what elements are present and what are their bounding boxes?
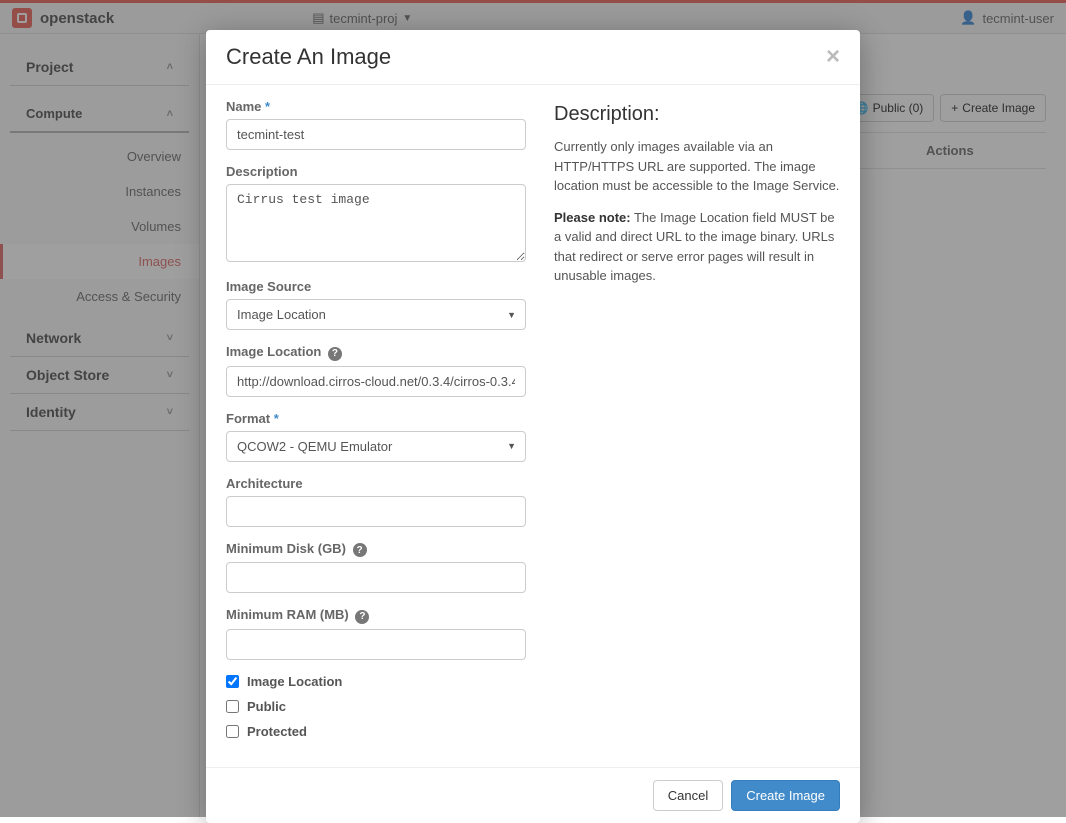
format-group: Format * <box>226 411 526 462</box>
help-paragraph-2: Please note: The Image Location field MU… <box>554 208 840 286</box>
description-label: Description <box>226 164 526 179</box>
name-label-text: Name <box>226 99 261 114</box>
source-select[interactable] <box>226 299 526 330</box>
architecture-label: Architecture <box>226 476 526 491</box>
modal-title: Create An Image <box>226 44 391 70</box>
submit-button[interactable]: Create Image <box>731 780 840 811</box>
help-icon[interactable]: ? <box>328 347 342 361</box>
public-checkbox[interactable] <box>226 700 239 713</box>
protected-check-row: Protected <box>226 724 526 739</box>
modal-footer: Cancel Create Image <box>206 767 860 823</box>
required-icon: * <box>274 411 279 426</box>
image-location-check-label: Image Location <box>247 674 342 689</box>
description-column: Description: Currently only images avail… <box>554 99 840 749</box>
cancel-button[interactable]: Cancel <box>653 780 723 811</box>
format-label: Format * <box>226 411 526 426</box>
name-group: Name * <box>226 99 526 150</box>
create-image-modal: Create An Image × Name * Description Ima… <box>206 30 860 823</box>
help-paragraph-1: Currently only images available via an H… <box>554 137 840 196</box>
help-icon[interactable]: ? <box>353 543 367 557</box>
location-label-text: Image Location <box>226 344 321 359</box>
source-label: Image Source <box>226 279 526 294</box>
form-column: Name * Description Image Source <box>226 99 526 749</box>
public-check-label: Public <box>247 699 286 714</box>
close-icon[interactable]: × <box>826 45 840 69</box>
mindisk-label: Minimum Disk (GB) ? <box>226 541 526 558</box>
mindisk-label-text: Minimum Disk (GB) <box>226 541 346 556</box>
architecture-input[interactable] <box>226 496 526 527</box>
modal-body: Name * Description Image Source <box>206 85 860 767</box>
location-group: Image Location ? <box>226 344 526 397</box>
mindisk-group: Minimum Disk (GB) ? <box>226 541 526 594</box>
description-group: Description <box>226 164 526 265</box>
protected-check-label: Protected <box>247 724 307 739</box>
architecture-group: Architecture <box>226 476 526 527</box>
protected-checkbox[interactable] <box>226 725 239 738</box>
help-title: Description: <box>554 99 840 129</box>
mindisk-input[interactable] <box>226 562 526 593</box>
help-icon[interactable]: ? <box>355 610 369 624</box>
location-input[interactable] <box>226 366 526 397</box>
format-select[interactable] <box>226 431 526 462</box>
location-label: Image Location ? <box>226 344 526 361</box>
format-label-text: Format <box>226 411 270 426</box>
name-input[interactable] <box>226 119 526 150</box>
source-group: Image Source <box>226 279 526 330</box>
image-location-check-row: Image Location <box>226 674 526 689</box>
minram-label: Minimum RAM (MB) ? <box>226 607 526 624</box>
public-check-row: Public <box>226 699 526 714</box>
help-note-label: Please note: <box>554 210 631 225</box>
minram-group: Minimum RAM (MB) ? <box>226 607 526 660</box>
minram-label-text: Minimum RAM (MB) <box>226 607 349 622</box>
modal-header: Create An Image × <box>206 30 860 85</box>
image-location-checkbox[interactable] <box>226 675 239 688</box>
modal-overlay: Create An Image × Name * Description Ima… <box>0 0 1066 817</box>
name-label: Name * <box>226 99 526 114</box>
required-icon: * <box>265 99 270 114</box>
minram-input[interactable] <box>226 629 526 660</box>
description-input[interactable] <box>226 184 526 262</box>
